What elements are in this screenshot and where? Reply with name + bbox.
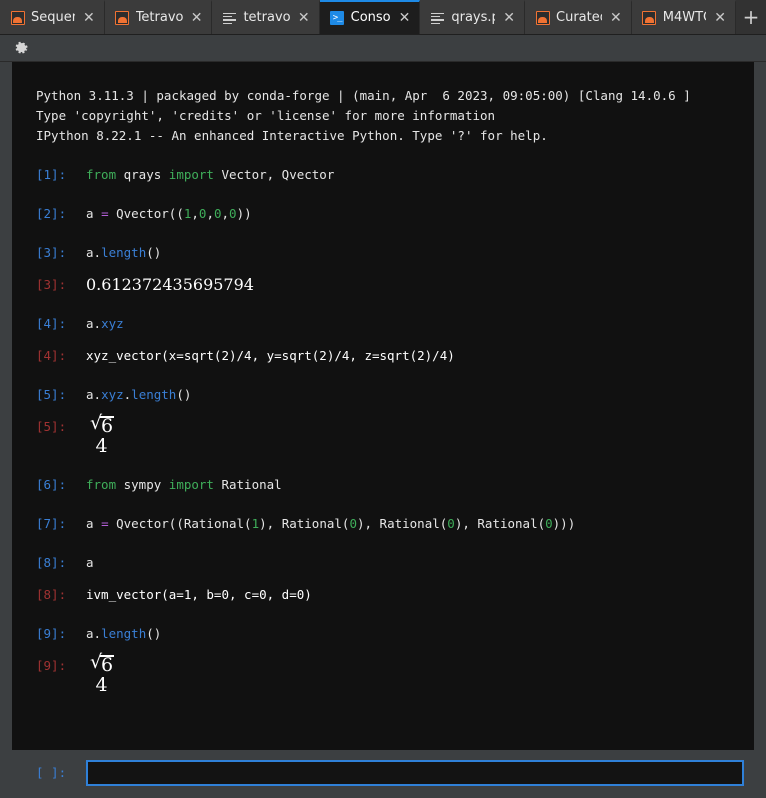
console-cell-input[interactable]: [3]: a.length() — [12, 243, 754, 263]
output-prompt: [3]: — [36, 275, 86, 295]
latex-fraction: 6 4 — [86, 654, 117, 695]
tab-m4wto[interactable]: M4WTO( ✕ — [632, 0, 736, 34]
tab-label: Curated_ — [556, 1, 602, 35]
output-value: 0.612372435695794 — [86, 275, 254, 295]
console-cell-input[interactable]: [1]: from qrays import Vector, Qvector — [12, 165, 754, 185]
radical-value: 6 — [90, 415, 113, 436]
code-line: from sympy import Rational — [86, 475, 282, 495]
console-cell-output: [3]: 0.612372435695794 — [12, 275, 754, 295]
tab-sequenc[interactable]: Sequenc ✕ — [0, 0, 105, 34]
fraction-denominator: 4 — [86, 676, 117, 695]
close-icon[interactable]: ✕ — [501, 9, 516, 27]
input-prompt: [7]: — [36, 514, 86, 534]
console-panel: Python 3.11.3 | packaged by conda-forge … — [0, 62, 766, 798]
tab-bar: Sequenc ✕ Tetravolu ✕ tetravolu ✕ >_ Con… — [0, 0, 766, 35]
close-icon[interactable]: ✕ — [81, 9, 96, 27]
input-prompt: [6]: — [36, 475, 86, 495]
code-line: from qrays import Vector, Qvector — [86, 165, 334, 185]
console-cell-input[interactable]: [8]: a — [12, 553, 754, 573]
tab-curated[interactable]: Curated_ ✕ — [525, 0, 632, 34]
latex-fraction: 6 4 — [86, 415, 117, 456]
code-line: a — [86, 553, 94, 573]
console-cell-output: [8]: ivm_vector(a=1, b=0, c=0, d=0) — [12, 585, 754, 605]
tab-tetravolu-notebook[interactable]: Tetravolu ✕ — [105, 0, 213, 34]
tab-label: Tetravolu — [136, 1, 183, 35]
text-file-icon — [430, 11, 445, 26]
tab-console[interactable]: >_ Console ✕ — [320, 0, 421, 34]
fraction-numerator: 6 — [86, 415, 117, 437]
console-cell-input[interactable]: [7]: a = Qvector((Rational(1), Rational(… — [12, 514, 754, 534]
console-scroll-area[interactable]: Python 3.11.3 | packaged by conda-forge … — [12, 62, 754, 750]
code-line: a.length() — [86, 624, 161, 644]
notebook-icon — [535, 11, 550, 26]
entry-prompt: [ ]: — [36, 763, 86, 783]
tab-qrays-py[interactable]: qrays.py ✕ — [420, 0, 525, 34]
close-icon[interactable]: ✕ — [296, 9, 311, 27]
output-value: ivm_vector(a=1, b=0, c=0, d=0) — [86, 585, 312, 605]
console-cell-output: [4]: xyz_vector(x=sqrt(2)/4, y=sqrt(2)/4… — [12, 346, 754, 366]
code-line: a.xyz — [86, 314, 124, 334]
code-line: a.length() — [86, 243, 161, 263]
fraction-numerator: 6 — [86, 654, 117, 676]
input-prompt: [8]: — [36, 553, 86, 573]
output-prompt: [9]: — [36, 656, 86, 676]
tab-label: tetravolu — [243, 1, 289, 35]
tab-label: M4WTO( — [663, 1, 706, 35]
input-prompt: [4]: — [36, 314, 86, 334]
console-entry-row[interactable]: [ ]: — [12, 750, 754, 798]
code-line: a = Qvector((Rational(1), Rational(0), R… — [86, 514, 575, 534]
console-cell-input[interactable]: [2]: a = Qvector((1,0,0,0)) — [12, 204, 754, 224]
close-icon[interactable]: ✕ — [189, 9, 204, 27]
text-file-icon — [222, 11, 237, 26]
output-prompt: [5]: — [36, 417, 86, 437]
console-cell-input[interactable]: [6]: from sympy import Rational — [12, 475, 754, 495]
ipython-banner: Python 3.11.3 | packaged by conda-forge … — [12, 72, 754, 146]
close-icon[interactable]: ✕ — [712, 9, 727, 27]
console-cell-input[interactable]: [9]: a.length() — [12, 624, 754, 644]
notebook-icon — [10, 11, 25, 26]
input-prompt: [5]: — [36, 385, 86, 405]
code-input[interactable] — [86, 760, 744, 786]
output-value: xyz_vector(x=sqrt(2)/4, y=sqrt(2)/4, z=s… — [86, 346, 455, 366]
console-cell-output: [5]: 6 4 — [12, 417, 754, 456]
output-prompt: [8]: — [36, 585, 86, 605]
tab-tetravolu-text[interactable]: tetravolu ✕ — [212, 0, 319, 34]
input-prompt: [3]: — [36, 243, 86, 263]
close-icon[interactable]: ✕ — [608, 9, 623, 27]
tab-label: Sequenc — [31, 1, 75, 35]
fraction-denominator: 4 — [86, 437, 117, 456]
input-prompt: [2]: — [36, 204, 86, 224]
output-prompt: [4]: — [36, 346, 86, 366]
input-prompt: [1]: — [36, 165, 86, 185]
new-tab-button[interactable]: + — [736, 0, 766, 34]
notebook-icon — [642, 11, 657, 26]
notebook-icon — [115, 11, 130, 26]
input-prompt: [9]: — [36, 624, 86, 644]
close-icon[interactable]: ✕ — [397, 9, 412, 27]
console-cell-input[interactable]: [5]: a.xyz.length() — [12, 385, 754, 405]
tab-label: Console — [351, 1, 391, 35]
code-line: a = Qvector((1,0,0,0)) — [86, 204, 252, 224]
code-line: a.xyz.length() — [86, 385, 191, 405]
console-cell-output: [9]: 6 4 — [12, 656, 754, 695]
console-cell-input[interactable]: [4]: a.xyz — [12, 314, 754, 334]
console-toolbar — [0, 35, 766, 62]
tab-label: qrays.py — [451, 1, 495, 35]
gear-icon[interactable] — [14, 41, 29, 56]
console-icon: >_ — [330, 11, 345, 26]
radical-value: 6 — [90, 654, 113, 675]
